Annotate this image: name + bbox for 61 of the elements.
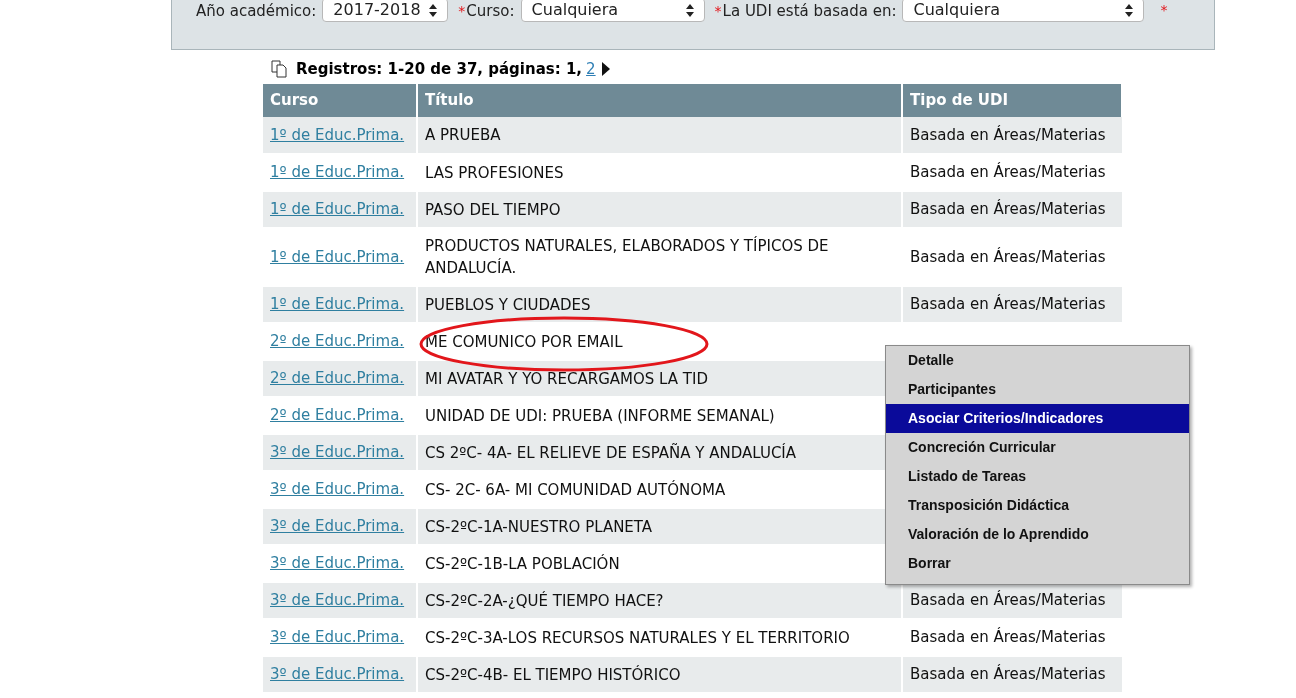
table-cell-text: LAS PROFESIONES bbox=[425, 162, 564, 184]
table-cell-text: CS-2ºC-4B- EL TIEMPO HISTÓRICO bbox=[425, 664, 681, 686]
select-field[interactable]: Cualquiera bbox=[520, 0, 705, 22]
menu-item[interactable]: Transposición Didáctica bbox=[886, 491, 1189, 520]
table-cell-text: UNIDAD DE UDI: PRUEBA (INFORME SEMANAL) bbox=[425, 405, 775, 427]
table-cell: Basada en Áreas/Materias bbox=[910, 665, 1106, 684]
page-link[interactable]: 2 bbox=[586, 57, 596, 81]
table-cell: Basada en Áreas/Materias bbox=[910, 247, 1106, 266]
menu-item[interactable]: Valoración de lo Aprendido bbox=[886, 520, 1189, 549]
required-mark: * bbox=[458, 1, 466, 21]
course-link[interactable]: 2º de Educ.Prima. bbox=[270, 406, 405, 425]
dropdown-arrows-icon bbox=[1125, 3, 1134, 17]
course-link[interactable]: 3º de Educ.Prima. bbox=[270, 628, 405, 647]
dropdown-arrows-icon bbox=[429, 3, 438, 17]
course-link[interactable]: 3º de Educ.Prima. bbox=[270, 665, 405, 684]
course-link[interactable]: 3º de Educ.Prima. bbox=[270, 591, 405, 610]
course-link[interactable]: 3º de Educ.Prima. bbox=[270, 480, 405, 499]
pager-summary: Registros: 1-20 de 37, páginas: 1, bbox=[296, 58, 583, 80]
menu-item[interactable]: Concreción Curricular bbox=[886, 433, 1189, 462]
course-link[interactable]: 1º de Educ.Prima. bbox=[270, 247, 405, 266]
course-link[interactable]: 1º de Educ.Prima. bbox=[270, 200, 405, 219]
select-field[interactable]: Cualquiera bbox=[902, 0, 1145, 22]
table-cell: Basada en Áreas/Materias bbox=[910, 591, 1106, 610]
table-cell: Basada en Áreas/Materias bbox=[910, 295, 1106, 314]
table-cell-text: A PRUEBA bbox=[425, 125, 501, 146]
table-cell: Basada en Áreas/Materias bbox=[910, 628, 1106, 647]
table-cell-text: PASO DEL TIEMPO bbox=[425, 199, 561, 221]
table-cell-text: CS 2ºC- 4A- EL RELIEVE DE ESPAÑA Y ANDALUCÍA bbox=[425, 442, 797, 464]
table-cell-text: CS-2ºC-1B-LA POBLACIÓN bbox=[425, 553, 620, 575]
table-cell-text: CS-2ºC-3A-LOS RECURSOS NATURALES Y EL TERRITORIO bbox=[425, 627, 850, 649]
next-page-icon[interactable] bbox=[601, 62, 610, 76]
course-link[interactable]: 1º de Educ.Prima. bbox=[270, 163, 405, 182]
pages-icon bbox=[270, 60, 290, 78]
course-link[interactable]: 1º de Educ.Prima. bbox=[270, 125, 405, 144]
table-cell: Basada en Áreas/Materias bbox=[910, 200, 1106, 219]
table-cell-text: CS- 2C- 6A- MI COMUNIDAD AUTÓNOMA bbox=[425, 479, 726, 501]
table-cell: Basada en Áreas/Materias bbox=[910, 125, 1106, 144]
menu-item[interactable]: Asociar Criterios/Indicadores bbox=[886, 404, 1189, 433]
menu-item[interactable]: Borrar bbox=[886, 549, 1189, 578]
table-cell: Basada en Áreas/Materias bbox=[910, 163, 1106, 182]
course-link[interactable]: 2º de Educ.Prima. bbox=[270, 369, 405, 388]
course-link[interactable]: 1º de Educ.Prima. bbox=[270, 295, 405, 314]
dropdown-arrows-icon bbox=[685, 3, 694, 17]
menu-item[interactable]: Detalle bbox=[886, 346, 1189, 375]
course-link[interactable]: 3º de Educ.Prima. bbox=[270, 554, 405, 573]
filter-label: Año académico: bbox=[196, 0, 317, 22]
table-cell-text: PRODUCTOS NATURALES, ELABORADOS Y TÍPICOS DE ANDALUCÍA. bbox=[425, 235, 830, 279]
required-mark: * bbox=[1160, 1, 1168, 20]
menu-item[interactable]: Listado de Tareas bbox=[886, 462, 1189, 491]
table-cell-text: PUEBLOS Y CIUDADES bbox=[425, 294, 591, 316]
table-cell-text: CS-2ºC-1A-NUESTRO PLANETA bbox=[425, 516, 653, 538]
filter-label: La UDI está basada en: bbox=[722, 0, 897, 22]
select-field[interactable]: 2017-2018 bbox=[322, 0, 449, 22]
required-mark: * bbox=[714, 1, 722, 21]
course-link[interactable]: 3º de Educ.Prima. bbox=[270, 517, 405, 536]
course-link[interactable]: 3º de Educ.Prima. bbox=[270, 443, 405, 462]
menu-item[interactable]: Participantes bbox=[886, 375, 1189, 404]
filter-label: Curso: bbox=[466, 0, 515, 22]
table-cell-text: MI AVATAR Y YO RECARGAMOS LA TID bbox=[425, 368, 708, 390]
table-cell-text: CS-2ºC-2A-¿QUÉ TIEMPO HACE? bbox=[425, 590, 664, 612]
course-link[interactable]: 2º de Educ.Prima. bbox=[270, 332, 405, 351]
